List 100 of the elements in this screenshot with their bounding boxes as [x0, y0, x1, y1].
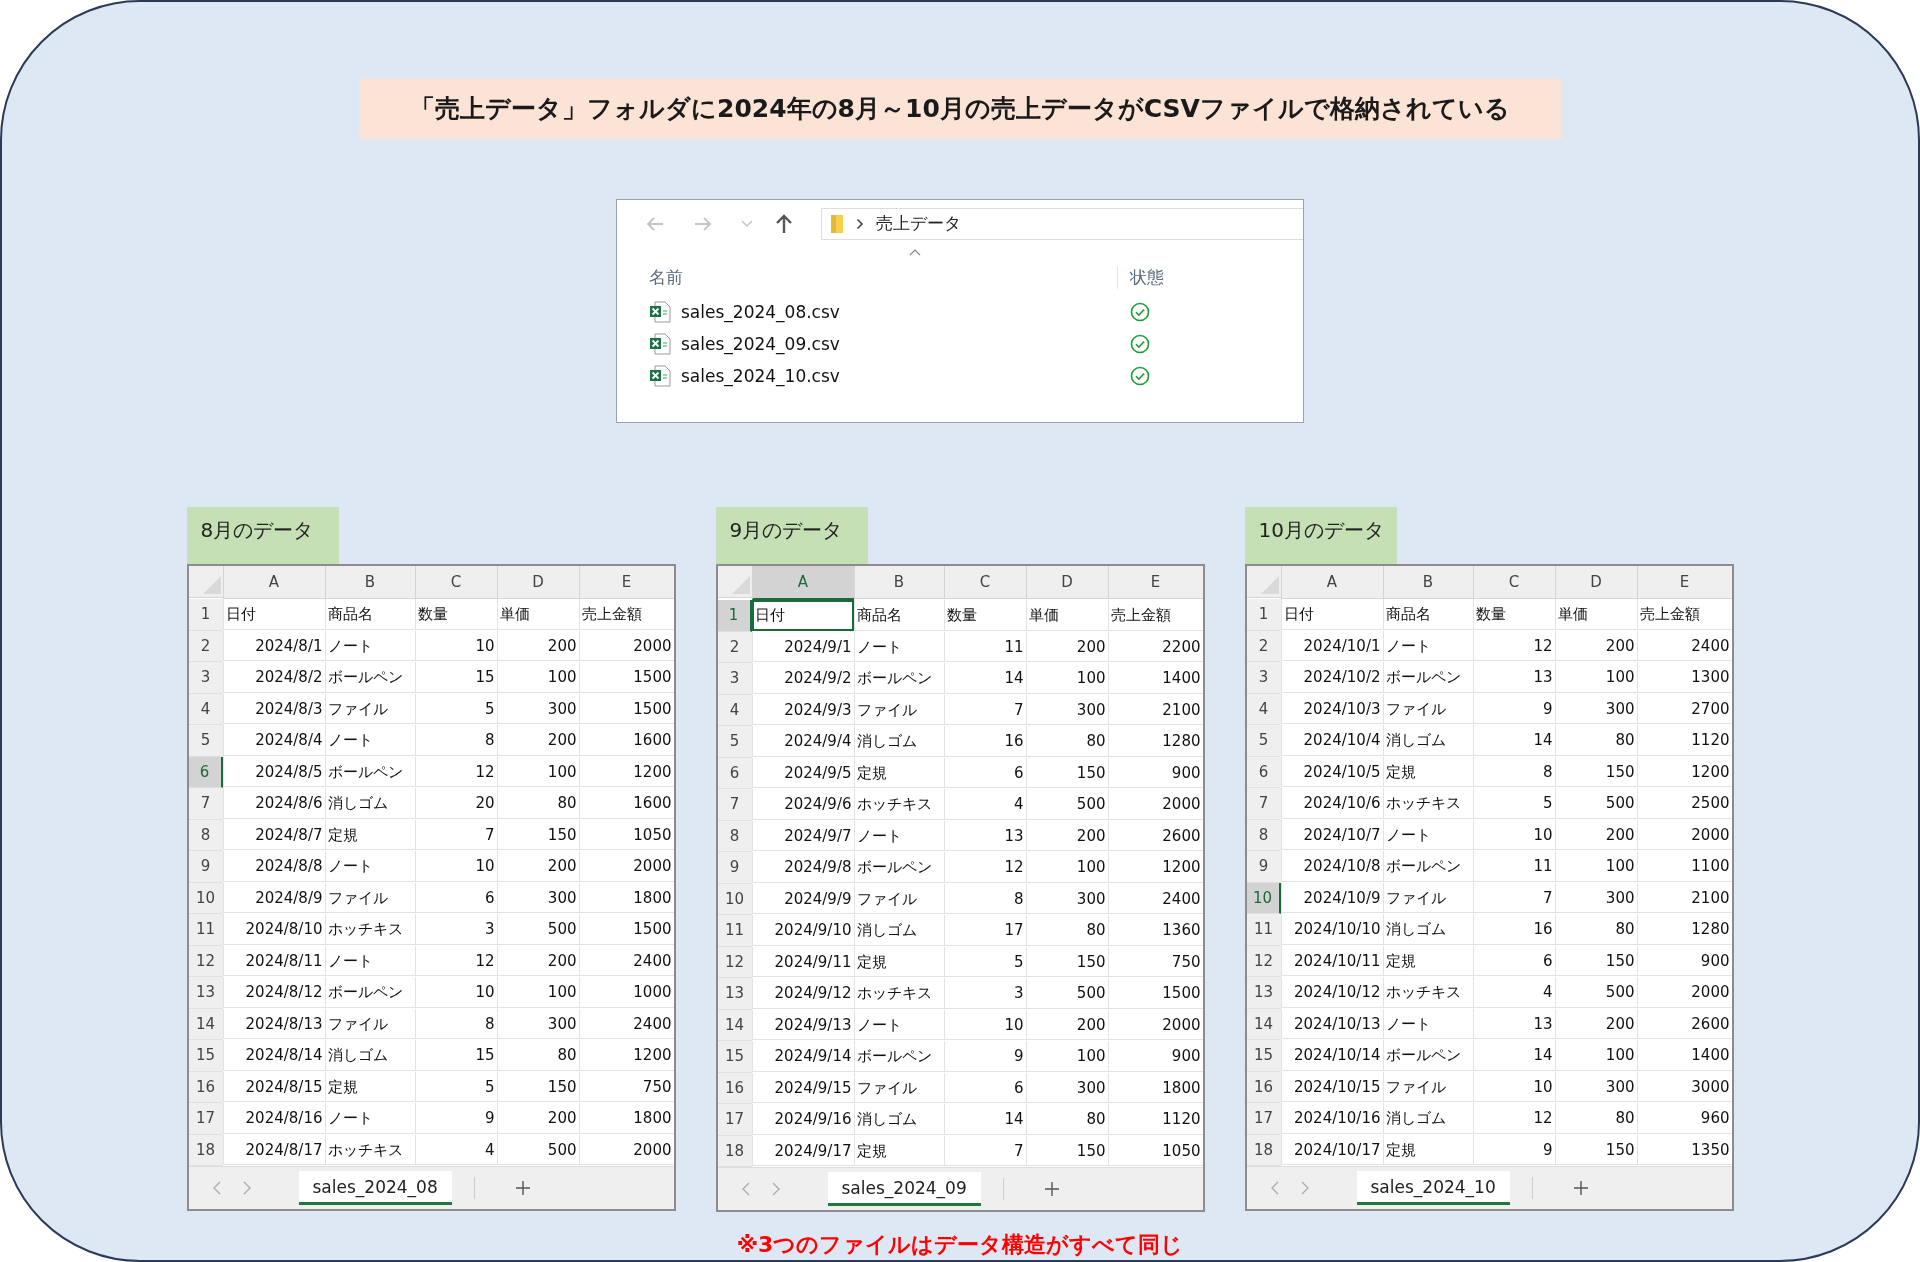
- row-header[interactable]: 13: [717, 978, 752, 1010]
- row-header[interactable]: 7: [717, 789, 752, 821]
- row-header[interactable]: 17: [1246, 1103, 1281, 1135]
- file-name[interactable]: sales_2024_09.csv: [681, 333, 840, 354]
- row-header[interactable]: 15: [188, 1040, 223, 1072]
- table-cell: 7: [414, 819, 497, 850]
- column-header[interactable]: C: [414, 566, 497, 599]
- row-header[interactable]: 12: [188, 945, 223, 977]
- row-header[interactable]: 13: [1246, 977, 1281, 1009]
- row-header[interactable]: 16: [1246, 1071, 1281, 1103]
- column-header[interactable]: A: [222, 566, 325, 599]
- row-header[interactable]: 17: [717, 1104, 752, 1136]
- column-header[interactable]: A: [751, 566, 854, 600]
- sheet-tab[interactable]: sales_2024_10: [1356, 1171, 1510, 1205]
- row-header[interactable]: 5: [188, 725, 223, 757]
- row-header[interactable]: 9: [188, 851, 223, 883]
- row-header[interactable]: 3: [717, 663, 752, 695]
- row-header[interactable]: 8: [717, 820, 752, 852]
- breadcrumb-item[interactable]: 売上データ: [876, 212, 961, 236]
- column-header[interactable]: D: [1025, 566, 1108, 599]
- row-header[interactable]: 11: [1246, 914, 1281, 946]
- row-header[interactable]: 4: [717, 694, 752, 726]
- file-name[interactable]: sales_2024_10.csv: [681, 365, 840, 386]
- sheet-tab[interactable]: sales_2024_09: [827, 1172, 981, 1206]
- row-header[interactable]: 17: [188, 1103, 223, 1135]
- column-header[interactable]: C: [943, 566, 1026, 599]
- row-header[interactable]: 9: [717, 852, 752, 884]
- row-header[interactable]: 11: [717, 915, 752, 947]
- row-header[interactable]: 2: [1246, 630, 1281, 662]
- row-header[interactable]: 4: [1246, 693, 1281, 725]
- column-header[interactable]: E: [1107, 566, 1203, 599]
- row-header[interactable]: 10: [717, 883, 752, 915]
- column-header[interactable]: A: [1280, 566, 1383, 599]
- column-header[interactable]: B: [324, 566, 415, 599]
- row-header[interactable]: 14: [717, 1009, 752, 1041]
- column-header[interactable]: E: [1636, 566, 1732, 599]
- row-header[interactable]: 2: [717, 631, 752, 663]
- row-header[interactable]: 3: [188, 662, 223, 694]
- table-cell: 2024/9/8: [751, 852, 854, 883]
- chevron-left-icon[interactable]: [212, 1181, 221, 1195]
- row-header[interactable]: 6: [717, 757, 752, 789]
- row-header[interactable]: 6: [1246, 756, 1281, 788]
- chevron-left-icon[interactable]: [1270, 1181, 1279, 1195]
- table-cell: 80: [1554, 725, 1637, 756]
- column-header[interactable]: D: [1554, 566, 1637, 599]
- row-header[interactable]: 10: [1246, 882, 1281, 914]
- column-header[interactable]: E: [578, 566, 674, 599]
- row-header[interactable]: 15: [717, 1041, 752, 1073]
- row-header[interactable]: 7: [188, 788, 223, 820]
- chevron-left-icon[interactable]: [741, 1182, 750, 1196]
- row-header[interactable]: 7: [1246, 788, 1281, 820]
- row-header[interactable]: 2: [188, 630, 223, 662]
- row-header[interactable]: 12: [1246, 945, 1281, 977]
- select-all-corner[interactable]: [1246, 566, 1281, 598]
- address-bar[interactable]: 売上データ: [821, 207, 1303, 240]
- chevron-down-icon[interactable]: [741, 219, 753, 228]
- row-header[interactable]: 18: [717, 1135, 752, 1167]
- row-header[interactable]: 9: [1246, 851, 1281, 883]
- column-header[interactable]: D: [496, 566, 579, 599]
- column-header[interactable]: 名前: [617, 266, 1117, 290]
- row-header[interactable]: 8: [188, 819, 223, 851]
- chevron-right-icon[interactable]: [242, 1181, 251, 1195]
- row-header[interactable]: 16: [717, 1072, 752, 1104]
- add-sheet-icon[interactable]: [1043, 1181, 1060, 1197]
- chevron-right-icon[interactable]: [1300, 1181, 1309, 1195]
- row-header[interactable]: 5: [717, 726, 752, 758]
- up-arrow-icon[interactable]: [775, 213, 793, 234]
- row-header[interactable]: 18: [1246, 1134, 1281, 1166]
- row-header[interactable]: 1: [717, 600, 752, 632]
- column-header[interactable]: B: [853, 566, 944, 599]
- back-arrow-icon[interactable]: [645, 215, 665, 232]
- row-header[interactable]: 6: [188, 756, 223, 788]
- row-header[interactable]: 15: [1246, 1040, 1281, 1072]
- add-sheet-icon[interactable]: [514, 1180, 531, 1196]
- select-all-corner[interactable]: [717, 566, 752, 598]
- column-header[interactable]: C: [1472, 566, 1555, 599]
- row-header[interactable]: 1: [188, 599, 223, 631]
- sheet-tab[interactable]: sales_2024_08: [298, 1171, 452, 1205]
- row-header[interactable]: 16: [188, 1071, 223, 1103]
- row-header[interactable]: 4: [188, 693, 223, 725]
- table-cell: 200: [1554, 1008, 1637, 1039]
- column-header[interactable]: B: [1382, 566, 1473, 599]
- chevron-right-icon[interactable]: [771, 1182, 780, 1196]
- row-header[interactable]: 13: [188, 977, 223, 1009]
- row-header[interactable]: 8: [1246, 819, 1281, 851]
- row-header[interactable]: 12: [717, 946, 752, 978]
- forward-arrow-icon[interactable]: [693, 215, 713, 232]
- row-header[interactable]: 18: [188, 1134, 223, 1166]
- row-header[interactable]: 3: [1246, 662, 1281, 694]
- row-header[interactable]: 11: [188, 914, 223, 946]
- column-header[interactable]: 状態: [1117, 266, 1164, 290]
- add-sheet-icon[interactable]: [1572, 1180, 1589, 1196]
- table-cell: 500: [496, 1134, 579, 1165]
- row-header[interactable]: 10: [188, 882, 223, 914]
- row-header[interactable]: 5: [1246, 725, 1281, 757]
- file-name[interactable]: sales_2024_08.csv: [681, 301, 840, 322]
- select-all-corner[interactable]: [188, 566, 223, 598]
- row-header[interactable]: 14: [188, 1008, 223, 1040]
- row-header[interactable]: 14: [1246, 1008, 1281, 1040]
- row-header[interactable]: 1: [1246, 599, 1281, 631]
